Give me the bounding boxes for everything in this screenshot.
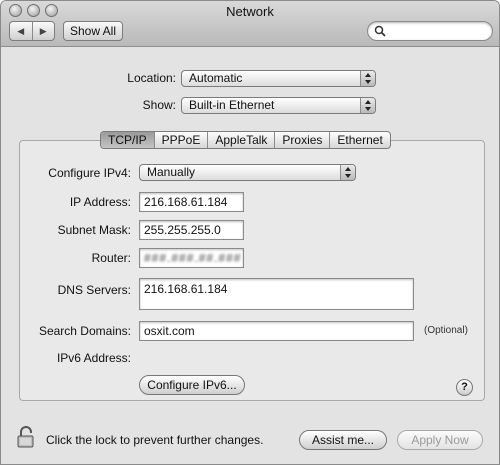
tab-bar: TCP/IP PPPoE AppleTalk Proxies Ethernet bbox=[100, 131, 391, 149]
router-label: Router: bbox=[91, 251, 131, 265]
location-value: Automatic bbox=[189, 71, 243, 85]
search-domains-field[interactable]: osxit.com bbox=[139, 321, 414, 341]
popup-arrows-icon bbox=[360, 98, 375, 113]
dns-servers-field[interactable]: 216.168.61.184 bbox=[139, 278, 414, 310]
popup-arrows-icon bbox=[360, 71, 375, 86]
optional-hint: (Optional) bbox=[424, 325, 468, 336]
forward-button[interactable]: ▶ bbox=[33, 22, 55, 40]
ipv6-address-label: IPv6 Address: bbox=[56, 351, 131, 365]
network-preferences-window: Network ◀ ▶ Show All Location: Automatic… bbox=[0, 0, 500, 465]
tab-tcpip[interactable]: TCP/IP bbox=[101, 132, 155, 148]
toolbar: Network ◀ ▶ Show All bbox=[1, 1, 499, 47]
tab-pppoe[interactable]: PPPoE bbox=[155, 132, 209, 148]
search-field[interactable] bbox=[367, 21, 493, 41]
show-label: Show: bbox=[142, 98, 176, 112]
subnet-mask-field[interactable]: 255.255.255.0 bbox=[139, 220, 244, 240]
search-domains-label: Search Domains: bbox=[38, 324, 131, 338]
help-button[interactable]: ? bbox=[456, 379, 473, 396]
location-popup[interactable]: Automatic bbox=[181, 70, 376, 87]
back-forward-control: ◀ ▶ bbox=[9, 21, 55, 41]
lock-icon[interactable] bbox=[17, 425, 39, 452]
search-icon bbox=[374, 25, 386, 37]
configure-ipv4-label: Configure IPv4: bbox=[48, 166, 131, 180]
back-button[interactable]: ◀ bbox=[10, 22, 33, 40]
configure-ipv4-popup[interactable]: Manually bbox=[139, 164, 356, 181]
router-value-obscured: ###.###.##.### bbox=[144, 251, 242, 265]
window-title: Network bbox=[226, 4, 274, 19]
popup-arrows-icon bbox=[340, 165, 355, 180]
show-popup[interactable]: Built-in Ethernet bbox=[181, 97, 376, 114]
tab-proxies[interactable]: Proxies bbox=[275, 132, 331, 148]
show-value: Built-in Ethernet bbox=[189, 98, 275, 112]
location-label: Location: bbox=[127, 71, 176, 85]
dns-servers-label: DNS Servers: bbox=[57, 283, 131, 297]
show-all-button[interactable]: Show All bbox=[63, 21, 123, 41]
ip-address-label: IP Address: bbox=[69, 195, 131, 209]
subnet-mask-label: Subnet Mask: bbox=[57, 223, 131, 237]
tab-appletalk[interactable]: AppleTalk bbox=[208, 132, 276, 148]
lock-message: Click the lock to prevent further change… bbox=[46, 433, 264, 447]
apply-now-button[interactable]: Apply Now bbox=[397, 430, 483, 450]
tab-ethernet[interactable]: Ethernet bbox=[330, 132, 389, 148]
ip-address-field[interactable]: 216.168.61.184 bbox=[139, 192, 244, 212]
configure-ipv4-value: Manually bbox=[147, 165, 196, 179]
router-field[interactable]: ###.###.##.### bbox=[139, 248, 244, 268]
assist-me-button[interactable]: Assist me... bbox=[299, 430, 387, 450]
configure-ipv6-button[interactable]: Configure IPv6... bbox=[139, 375, 245, 395]
